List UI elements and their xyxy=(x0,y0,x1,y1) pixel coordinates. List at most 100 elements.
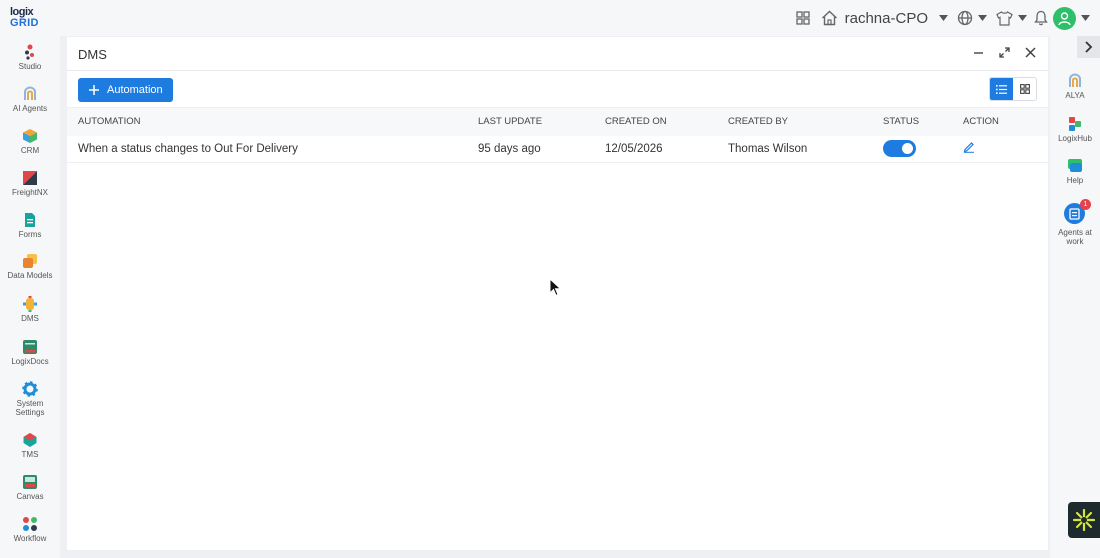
last-update-cell: 95 days ago xyxy=(478,135,605,163)
top-right-controls: rachna-CPO xyxy=(795,6,1090,30)
right-item-help[interactable]: Help xyxy=(1050,158,1100,185)
panel-toolbar: Automation xyxy=(67,71,1048,107)
edit-pencil-icon[interactable] xyxy=(963,141,975,156)
bell-icon[interactable] xyxy=(1034,10,1048,26)
window-controls xyxy=(971,45,1038,60)
status-toggle[interactable] xyxy=(883,140,916,158)
sidebar-item-studio[interactable]: Studio xyxy=(0,44,60,71)
minimize-icon[interactable] xyxy=(971,45,986,60)
top-bar: logix GRID rachna-CPO xyxy=(0,0,1100,36)
sidebar-item-logixdocs[interactable]: LogixDocs xyxy=(0,339,60,366)
notification-badge: 1 xyxy=(1080,199,1091,210)
sidebar-item-label: LogixDocs xyxy=(11,357,49,366)
column-header-action: ACTION xyxy=(963,107,1048,136)
logixhub-icon xyxy=(1069,117,1081,131)
list-view-icon[interactable] xyxy=(990,78,1013,100)
sidebar-item-crm[interactable]: CRM xyxy=(0,128,60,155)
user-avatar[interactable] xyxy=(1053,6,1076,30)
forms-icon xyxy=(25,213,35,227)
dms-icon xyxy=(23,296,37,312)
mouse-cursor-icon xyxy=(549,278,562,297)
sidebar-item-label: AI Agents xyxy=(12,104,48,113)
ai-agents-icon xyxy=(24,86,36,100)
panel-title: DMS xyxy=(78,47,107,62)
chevron-right-icon xyxy=(1085,41,1093,53)
column-header-automation[interactable]: AUTOMATION xyxy=(67,107,478,136)
sidebar-item-label: Canvas xyxy=(16,492,44,501)
logo-text-bottom: GRID xyxy=(10,17,39,29)
automation-name-cell[interactable]: When a status changes to Out For Deliver… xyxy=(67,135,478,163)
home-icon[interactable] xyxy=(821,10,838,26)
sidebar-item-label: FreightNX xyxy=(11,188,48,197)
right-item-alya[interactable]: ALYA xyxy=(1050,73,1100,100)
close-icon[interactable] xyxy=(1023,45,1038,60)
crm-cube-icon xyxy=(23,129,37,143)
right-item-label: LogixHub xyxy=(1058,134,1092,143)
sidebar-item-dms[interactable]: DMS xyxy=(0,296,60,323)
sidebar-item-label: CRM xyxy=(20,146,40,155)
theme-dropdown-chevron-icon[interactable] xyxy=(1018,14,1027,22)
user-name[interactable]: rachna-CPO xyxy=(845,10,928,27)
column-header-last-update[interactable]: LAST UPDATE xyxy=(478,107,605,136)
sidebar-item-forms[interactable]: Forms xyxy=(0,212,60,239)
right-item-label: ALYA xyxy=(1065,91,1085,100)
sidebar-item-label: TMS xyxy=(21,450,39,459)
sidebar-item-label: System Settings xyxy=(15,399,45,417)
tms-icon xyxy=(23,433,37,447)
table-row[interactable]: When a status changes to Out For Deliver… xyxy=(67,135,1048,163)
sparkle-icon xyxy=(1072,508,1096,532)
grid-view-icon[interactable] xyxy=(1013,78,1036,100)
alya-icon xyxy=(1069,73,1081,87)
data-models-icon xyxy=(23,254,37,268)
left-sidebar: Studio AI Agents CRM FreightNX Forms Dat… xyxy=(0,36,60,558)
logixdocs-icon xyxy=(23,340,37,354)
sidebar-item-ai-agents[interactable]: AI Agents xyxy=(0,86,60,113)
sidebar-item-freightnx[interactable]: FreightNX xyxy=(0,170,60,197)
status-cell xyxy=(883,135,963,163)
shirt-icon[interactable] xyxy=(996,10,1013,26)
globe-icon[interactable] xyxy=(957,10,973,26)
table-header-row: AUTOMATION LAST UPDATE CREATED ON CREATE… xyxy=(67,107,1048,136)
add-automation-button[interactable]: Automation xyxy=(78,78,173,102)
language-dropdown-chevron-icon[interactable] xyxy=(978,14,987,22)
canvas-icon xyxy=(23,475,37,489)
panel-header: DMS xyxy=(67,37,1048,71)
view-toggle xyxy=(989,77,1037,101)
logixgrid-logo[interactable]: logix GRID xyxy=(10,7,40,29)
sidebar-item-label: Forms xyxy=(18,230,42,239)
right-item-label: Help xyxy=(1066,176,1084,185)
sidebar-item-canvas[interactable]: Canvas xyxy=(0,474,60,501)
freightnx-icon xyxy=(23,171,37,185)
expand-icon[interactable] xyxy=(997,45,1012,60)
sidebar-item-label: DMS xyxy=(21,314,39,323)
sidebar-item-tms[interactable]: TMS xyxy=(0,432,60,459)
apps-grid-icon[interactable] xyxy=(795,11,810,25)
sidebar-item-data-models[interactable]: Data Models xyxy=(0,253,60,280)
help-chat-icon xyxy=(1068,159,1082,172)
right-item-logixhub[interactable]: LogixHub xyxy=(1050,116,1100,143)
column-header-created-on[interactable]: CREATED ON xyxy=(605,107,728,136)
right-item-agents-at-work[interactable]: 1 Agents at work xyxy=(1050,199,1100,246)
right-item-label: Agents at work xyxy=(1058,228,1092,246)
column-header-created-by[interactable]: CREATED BY xyxy=(728,107,883,136)
workflow-icon xyxy=(23,517,37,531)
right-sidebar xyxy=(1050,36,1100,558)
sidebar-item-system-settings[interactable]: System Settings xyxy=(0,381,60,417)
created-on-cell: 12/05/2026 xyxy=(605,135,728,163)
sidebar-item-label: Studio xyxy=(18,62,42,71)
settings-gear-icon xyxy=(22,381,38,397)
sidebar-item-workflow[interactable]: Workflow xyxy=(0,516,60,543)
action-cell xyxy=(963,135,1048,163)
user-dropdown-chevron-icon[interactable] xyxy=(939,14,948,22)
studio-icon xyxy=(25,44,34,60)
assistant-spark-button[interactable] xyxy=(1068,502,1100,538)
sidebar-item-label: Workflow xyxy=(13,534,47,543)
add-automation-label: Automation xyxy=(107,84,163,96)
created-by-cell: Thomas Wilson xyxy=(728,135,883,163)
sidebar-item-label: Data Models xyxy=(7,271,53,280)
column-header-status[interactable]: STATUS xyxy=(883,107,963,136)
avatar-dropdown-chevron-icon[interactable] xyxy=(1081,14,1090,22)
collapse-right-panel-button[interactable] xyxy=(1077,36,1100,58)
automations-table: AUTOMATION LAST UPDATE CREATED ON CREATE… xyxy=(67,107,1048,163)
plus-icon xyxy=(89,85,99,95)
